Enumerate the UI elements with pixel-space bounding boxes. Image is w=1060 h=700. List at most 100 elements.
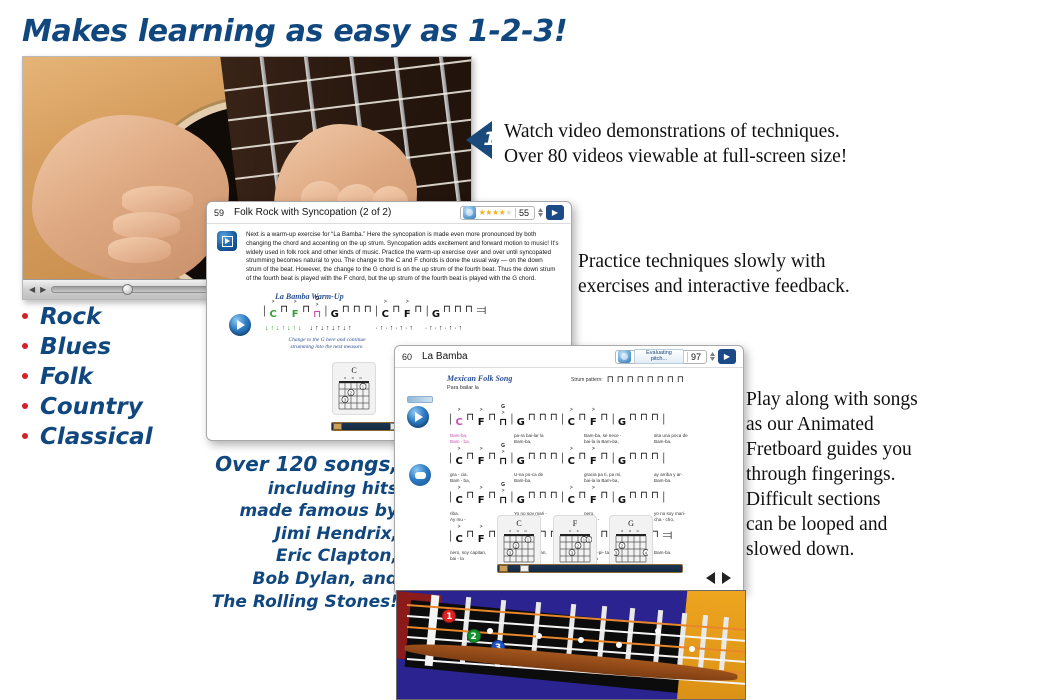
songs-blurb-line: Bob Dylan, and bbox=[252, 569, 398, 590]
scrollbar-thumb[interactable] bbox=[520, 565, 529, 572]
strum-pattern-glyphs: ⊓⊓⊓⊓⊓⊓⊓⊓ bbox=[606, 374, 687, 384]
bullet-icon bbox=[22, 343, 28, 349]
rating-widget[interactable]: ★★★★★ 55 bbox=[459, 205, 535, 220]
genre-label: Country bbox=[40, 394, 143, 420]
songs-blurb-line: Jimi Hendrix, bbox=[274, 523, 398, 544]
page-navigation[interactable] bbox=[706, 572, 731, 584]
callout-number: 1 bbox=[483, 128, 497, 150]
callout-line: exercises and interactive feedback. bbox=[578, 275, 850, 297]
callout-line: as our Animated bbox=[746, 413, 874, 435]
lesson-window-header: 60 La Bamba Evaluating pitch... 97 ▶ bbox=[395, 346, 743, 368]
chord-grid: 2 3 4 bbox=[614, 534, 648, 563]
callout-1: 1 Watch video demonstrations of techniqu… bbox=[466, 118, 1004, 170]
chord-diagram-c: C x o o 1 2 3 bbox=[332, 362, 376, 415]
lyric-bottom: cha - cho, bbox=[654, 517, 675, 523]
audio-play-button[interactable] bbox=[229, 313, 251, 336]
fretboard-finger-2: 2 bbox=[466, 628, 481, 643]
chord-grid: 1 2 3 bbox=[503, 534, 535, 563]
evaluation-widget[interactable]: Evaluating pitch... 97 bbox=[614, 348, 707, 365]
globe-icon[interactable] bbox=[462, 206, 476, 219]
lyric-bottom: Bam-ba. bbox=[654, 549, 672, 555]
chord-diagram-c: C x o o 1 2 3 bbox=[497, 515, 541, 568]
list-item: Country bbox=[22, 396, 212, 419]
callout-line: Watch video demonstrations of techniques… bbox=[504, 121, 840, 142]
genre-label: Classical bbox=[40, 424, 153, 450]
callout-text: Watch video demonstrations of techniques… bbox=[504, 118, 1004, 170]
song-play-button[interactable] bbox=[407, 406, 429, 428]
exercise-notation: | > C ⊓ > F ⊓ G > ⊓ | G ⊓ ⊓ ⊓ | > C ⊓ > F ⊓ | G bbox=[263, 295, 487, 350]
lyric-bottom: bai-la la Bam-ba, bbox=[584, 478, 619, 484]
songs-blurb-line: Eric Clapton, bbox=[275, 546, 398, 567]
status-badge: Evaluating pitch... bbox=[633, 348, 684, 365]
list-item: Classical bbox=[22, 426, 212, 449]
genre-list: Rock Blues Folk Country Classical bbox=[22, 306, 212, 456]
lyric-bottom: Bam-ba, bbox=[514, 439, 532, 445]
songs-blurb-line: including hits bbox=[267, 478, 398, 499]
pickup-lyric: Para bailar la bbox=[447, 385, 479, 391]
strum-pattern-label: Strum pattern: bbox=[571, 376, 603, 383]
score-stepper[interactable] bbox=[538, 208, 543, 217]
callout-line: Practice techniques slowly with bbox=[578, 251, 826, 272]
rewind-icon[interactable]: ◀ bbox=[29, 285, 35, 294]
genre-label: Folk bbox=[40, 364, 93, 390]
animated-fretboard-graphic: 1 2 3 bbox=[396, 590, 746, 700]
callout-line: slowed down. bbox=[746, 538, 855, 560]
lesson-window-la-bamba[interactable]: 60 La Bamba Evaluating pitch... 97 ▶ Mex… bbox=[394, 345, 744, 595]
lesson-number: 60 bbox=[402, 351, 413, 362]
score-value: 55 bbox=[514, 207, 532, 218]
callout-line: through fingerings. bbox=[746, 463, 896, 485]
play-icon[interactable]: ▶ bbox=[40, 285, 46, 294]
horizontal-scrollbar[interactable] bbox=[497, 564, 683, 573]
notation-line: | >C ⊓ >F ⊓ G>⊓ | G ⊓⊓⊓ | >C ⊓ >F ⊓ | G bbox=[447, 443, 735, 485]
bullet-icon bbox=[22, 313, 28, 319]
callout-marker-icon: 1 bbox=[466, 118, 504, 160]
chord-name: C bbox=[351, 366, 357, 375]
bullet-icon bbox=[22, 373, 28, 379]
chord-name: C bbox=[516, 519, 522, 528]
lesson-title: La Bamba bbox=[422, 351, 468, 362]
page-title: Makes learning as easy as 1-2-3! bbox=[22, 14, 568, 49]
list-item: Rock bbox=[22, 306, 212, 329]
scrollbar-left-button[interactable] bbox=[499, 565, 508, 572]
video-scrubber-knob[interactable] bbox=[122, 284, 134, 295]
list-item: Blues bbox=[22, 336, 212, 359]
scrollbar-left-button[interactable] bbox=[333, 423, 342, 430]
star-rating[interactable]: ★★★★★ bbox=[479, 208, 513, 217]
go-button[interactable]: ▶ bbox=[718, 349, 736, 364]
lesson-window-header: 59 Folk Rock with Syncopation (2 of 2) ★… bbox=[207, 202, 571, 224]
notation-line: | >C ⊓ >F ⊓ G>⊓ | G ⊓⊓⊓ | >C ⊓ >F ⊓ | G bbox=[447, 404, 735, 446]
next-page-icon[interactable] bbox=[722, 572, 731, 584]
lyric-bottom: Bam-ba, bbox=[514, 478, 532, 484]
strum-pattern: Strum pattern: ⊓⊓⊓⊓⊓⊓⊓⊓ bbox=[571, 374, 687, 385]
chord-name: G bbox=[628, 519, 634, 528]
go-button[interactable]: ▶ bbox=[546, 205, 564, 220]
songs-blurb-lead: Over 120 songs, bbox=[215, 452, 398, 476]
globe-icon[interactable] bbox=[617, 350, 631, 363]
genre-label: Rock bbox=[40, 304, 102, 330]
lyric-bottom: Bam-ba. bbox=[654, 478, 672, 484]
chord-diagram-row: C x o o 1 2 3 F x x 1 1 2 3 G o o o 2 3 … bbox=[497, 515, 653, 568]
score-stepper[interactable] bbox=[710, 352, 715, 361]
lyric-bottom: Bam-ba. bbox=[654, 439, 672, 445]
lesson-body-text: Next is a warm-up exercise for “La Bamba… bbox=[246, 231, 559, 282]
score-value: 97 bbox=[686, 351, 704, 362]
songs-blurb-line: The Rolling Stones! bbox=[211, 591, 398, 612]
bullet-icon bbox=[22, 433, 28, 439]
exercise-annotation: Change to the G here and continue strumm… bbox=[288, 336, 366, 350]
callout-line: can be looped and bbox=[746, 513, 888, 535]
promo-page: Makes learning as easy as 1-2-3! ◀ ▶ Roc… bbox=[0, 0, 1060, 700]
lesson-title: Folk Rock with Syncopation (2 of 2) bbox=[234, 207, 392, 218]
callout-line: Difficult sections bbox=[746, 488, 881, 510]
callout-text: Play along with songs as our Animated Fr… bbox=[746, 386, 1046, 563]
video-play-button[interactable] bbox=[217, 231, 237, 251]
lyric-bottom: bai-la la Bam-ba, bbox=[584, 439, 619, 445]
prev-page-icon[interactable] bbox=[706, 572, 715, 584]
lyrics-toggle-button[interactable] bbox=[409, 464, 431, 486]
chord-diagram-f: F x x 1 1 2 3 bbox=[553, 515, 597, 568]
genre-label: Blues bbox=[40, 334, 112, 360]
chord-grid: 1 2 3 bbox=[338, 381, 370, 410]
bullet-icon bbox=[22, 403, 28, 409]
chord-name: F bbox=[572, 519, 578, 528]
songs-blurb-line: made famous by bbox=[239, 501, 398, 522]
chord-diagram-g: G o o o 2 3 4 bbox=[609, 515, 653, 568]
